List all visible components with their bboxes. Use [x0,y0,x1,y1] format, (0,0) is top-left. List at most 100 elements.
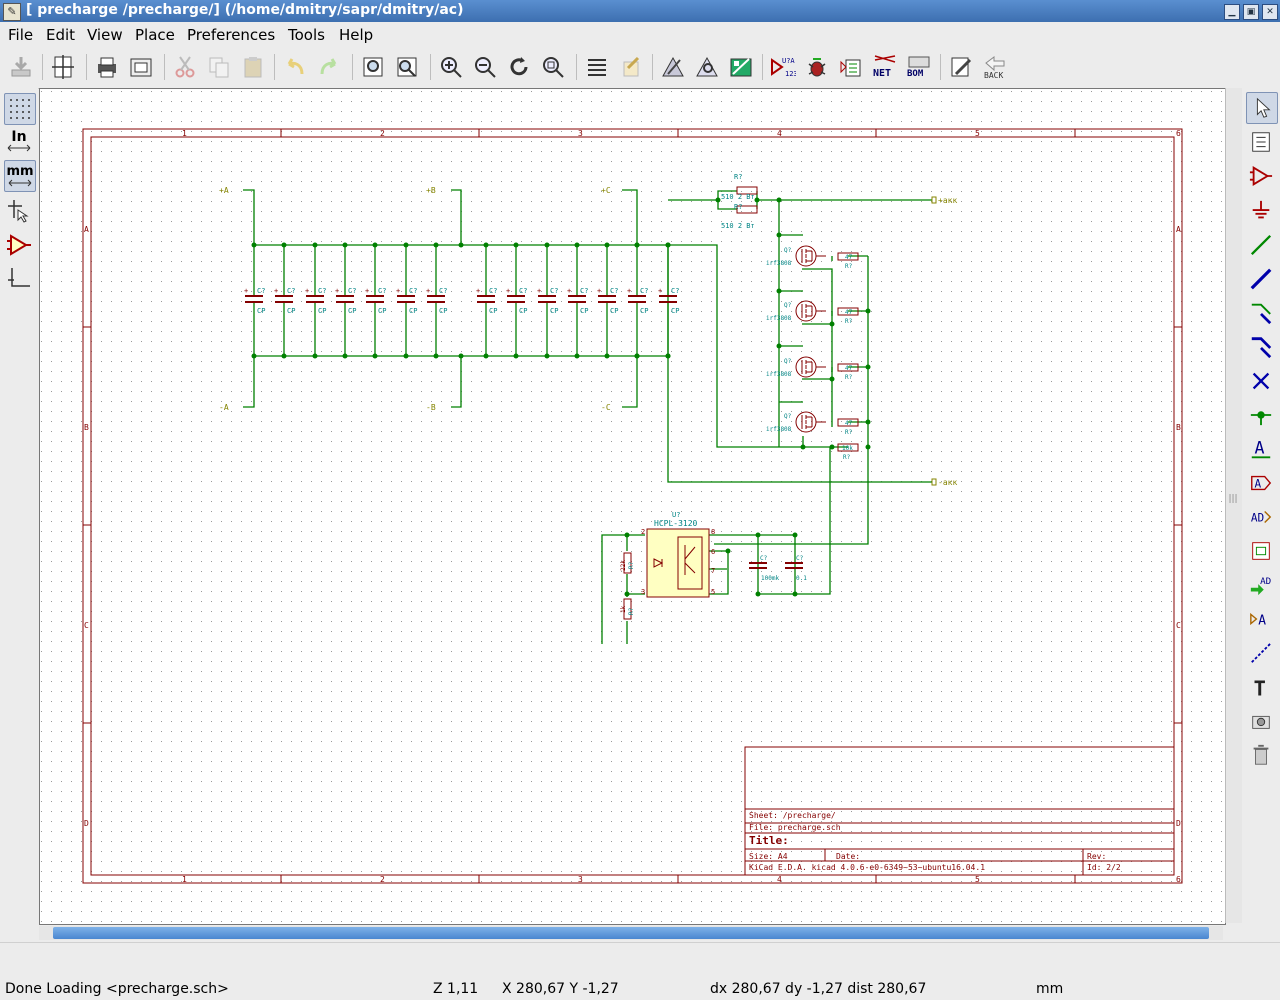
horizontal-scroll-thumb[interactable] [53,927,1209,939]
printer-icon [98,57,116,78]
menu-help[interactable]: Help [339,26,373,44]
undo-button[interactable] [280,52,310,82]
find-replace-button[interactable] [392,52,422,82]
library-browser-button[interactable] [692,52,722,82]
hidden-pins-button[interactable] [4,230,34,260]
assign-footprints-button[interactable] [836,52,866,82]
svg-text:+: + [365,287,369,295]
double-arrow-icon [8,179,32,187]
erc-bug-icon [808,58,826,77]
highlight-net-button[interactable] [1246,127,1276,157]
redraw-button[interactable] [504,52,534,82]
minimize-button[interactable]: ▁ [1224,4,1240,20]
show-grid-toggle[interactable] [4,93,36,125]
place-image-button[interactable] [1246,706,1276,736]
netlist-button[interactable]: NET [870,52,900,82]
edit-fields-button[interactable] [946,52,976,82]
wire-orientation-button[interactable] [4,264,34,294]
plot-button[interactable] [126,52,156,82]
copy-button[interactable] [204,52,234,82]
place-text-button[interactable]: T [1246,672,1276,702]
menu-file[interactable]: File [8,26,33,44]
horizontal-scrollbar[interactable] [39,926,1223,940]
page-settings-button[interactable] [48,52,78,82]
no-connect-button[interactable] [1246,366,1276,396]
bus-bus-entry-button[interactable] [1246,332,1276,362]
svg-text:123: 123 [785,70,796,78]
menu-view[interactable]: View [87,26,123,44]
svg-text:BOM: BOM [907,69,924,79]
capacitor-ref: C? [580,287,588,295]
svg-text:4: 4 [777,875,782,884]
paste-icon [244,57,262,78]
back-arrow-icon: BACK [984,56,1005,80]
wire-bus-entry-button[interactable] [1246,298,1276,328]
place-hier-sheet-button[interactable] [1246,536,1276,566]
menu-preferences[interactable]: Preferences [187,26,275,44]
maximize-button[interactable]: ▣ [1243,4,1259,20]
menu-tools[interactable]: Tools [288,26,325,44]
units-mm-button[interactable]: mm [4,160,36,192]
port-out-negative: -акк [938,478,957,487]
svg-text:22k: 22k [620,560,627,571]
paste-button[interactable] [238,52,268,82]
trash-icon [1253,744,1269,765]
svg-text:R?: R? [845,318,853,325]
find-button[interactable] [358,52,388,82]
units-inch-button[interactable]: In [4,126,34,156]
vertical-scrollbar[interactable]: ||| [1225,88,1242,923]
capacitor-ref: C? [378,287,386,295]
menu-place[interactable]: Place [135,26,175,44]
hierarchy-navigator-button[interactable] [582,52,612,82]
hierarchy-icon [588,59,606,76]
svg-text:1: 1 [182,129,187,138]
menu-edit[interactable]: Edit [46,26,75,44]
svg-text:AD: AD [1251,512,1264,525]
place-hier-label-button[interactable]: AD [1246,502,1276,532]
place-net-label-button[interactable]: A [1246,434,1276,464]
capacitor-value: CP [550,307,558,315]
place-sheet-pin-button[interactable]: A [1246,604,1276,634]
annotate-button[interactable]: U?A 123 [768,52,798,82]
mosfet-ref: Q? [784,302,792,309]
port-plus-b: +B [426,186,436,195]
bom-button[interactable]: BOM [904,52,934,82]
place-component-button[interactable] [1246,161,1276,191]
zoom-in-icon [441,57,462,78]
place-junction-button[interactable] [1246,400,1276,430]
zoom-fit-button[interactable] [538,52,568,82]
place-graphic-line-button[interactable] [1246,638,1276,668]
back-button[interactable]: BACK [980,52,1010,82]
wire-icon [1250,234,1272,256]
status-bar: Done Loading <precharge.sch> Z 1,11 X 28… [0,978,1280,1000]
pcbnew-button[interactable] [726,52,756,82]
import-sheet-pin-button[interactable]: AD [1246,570,1276,600]
save-button[interactable] [6,52,36,82]
select-tool-button[interactable] [1246,92,1278,124]
print-button[interactable] [92,52,122,82]
zoom-in-button[interactable] [436,52,466,82]
svg-text:47: 47 [845,420,853,427]
redo-button[interactable] [314,52,344,82]
delete-item-button[interactable] [1246,740,1276,770]
place-global-label-button[interactable]: A [1246,468,1276,498]
place-bus-button[interactable] [1246,264,1276,294]
svg-text:6: 6 [1176,875,1181,884]
mosfet-ref: Q? [784,413,792,420]
cursor-shape-button[interactable] [4,196,34,226]
close-button[interactable]: ✕ [1262,4,1278,20]
schematic-canvas[interactable]: 1 2 3 4 5 6 1 2 3 4 5 6 A B C D A B C D [39,88,1226,925]
leave-sheet-button[interactable] [616,52,646,82]
copy-icon [209,57,229,78]
capacitor-value: CP [348,307,356,315]
capacitor-value: CP [671,307,679,315]
cut-button[interactable] [170,52,200,82]
zoom-out-button[interactable] [470,52,500,82]
place-wire-button[interactable] [1246,230,1276,260]
place-power-button[interactable] [1246,196,1276,226]
save-icon [11,57,31,77]
erc-button[interactable] [802,52,832,82]
library-editor-button[interactable] [658,52,688,82]
component-icon [1249,166,1273,186]
redo-icon [320,58,337,75]
